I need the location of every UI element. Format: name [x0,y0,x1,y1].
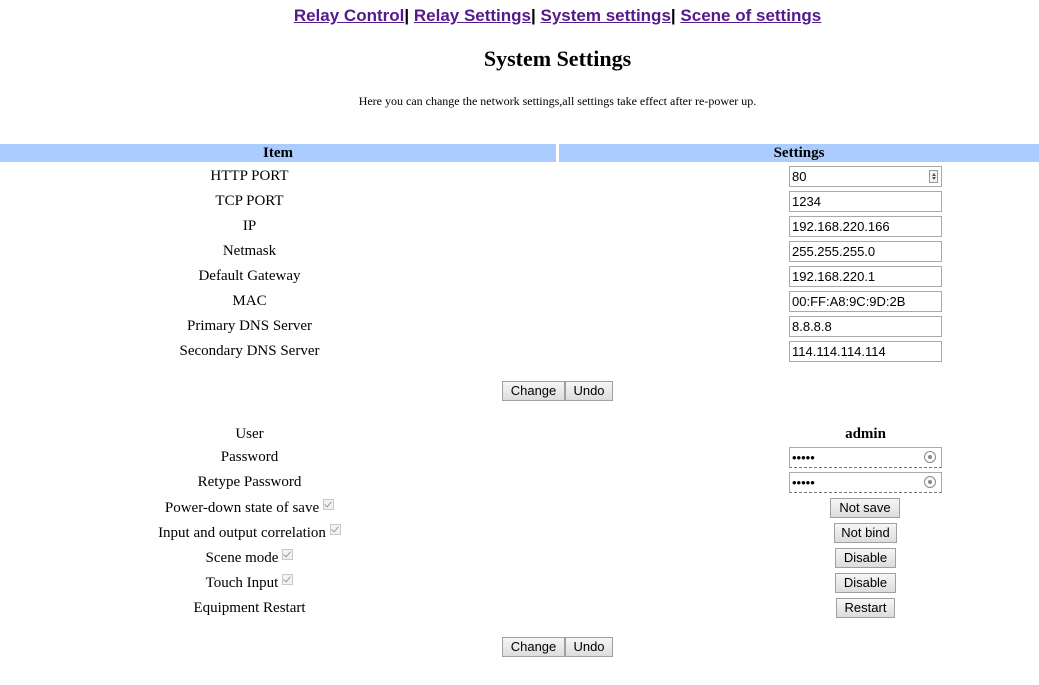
io-correlation-label: Input and output correlation [0,522,499,544]
restart-label: Equipment Restart [193,600,306,616]
scene-mode-disable-button[interactable]: Disable [835,548,896,568]
nav-separator: | [670,6,676,25]
network-change-button[interactable]: Change [502,381,565,401]
power-down-checkbox[interactable] [323,499,335,510]
primary-dns-row: Primary DNS Server 8.8.8.8 [0,315,1039,337]
io-correlation-row: Input and output correlation Not bind [0,522,1039,544]
touch-input-checkbox[interactable] [282,574,294,585]
http-port-row: HTTP PORT 80 [0,165,1039,187]
scene-mode-label-text: Scene mode [205,550,279,566]
top-navigation: Relay Control| Relay Settings| System se… [0,6,1039,26]
gateway-input[interactable]: 192.168.220.1 [789,266,942,287]
reveal-password-icon[interactable] [924,476,936,488]
user-value: admin [845,426,886,442]
ip-input[interactable]: 192.168.220.166 [789,216,942,237]
page-title: System Settings [483,46,632,71]
restart-button[interactable]: Restart [836,598,895,618]
nav-separator: | [404,6,410,25]
nav-relay-settings-link[interactable]: Relay Settings [414,6,531,25]
netmask-row: Netmask 255.255.255.0 [0,240,1039,262]
power-down-label: Power-down state of save [0,497,499,519]
mac-label: MAC [232,293,267,309]
scene-mode-row: Scene mode Disable [0,547,1039,569]
primary-dns-label: Primary DNS Server [187,318,312,334]
password-row: Password ••••• [0,446,1039,468]
scene-mode-checkbox[interactable] [282,549,294,560]
password-value: ••••• [792,450,815,465]
http-port-input[interactable]: 80 [789,166,942,187]
touch-input-label: Touch Input [0,572,499,594]
tcp-port-input[interactable]: 1234 [789,191,942,212]
http-port-value: 80 [792,169,807,184]
secondary-dns-input[interactable]: 114.114.114.114 [789,341,942,362]
ip-label: IP [242,218,257,234]
user-row: User admin [0,423,1039,445]
netmask-input[interactable]: 255.255.255.0 [789,241,942,262]
user-label: User [235,426,264,442]
tcp-port-label: TCP PORT [215,193,284,209]
retype-password-input[interactable]: ••••• [789,472,942,493]
account-change-button[interactable]: Change [502,637,565,657]
mac-row: MAC 00:FF:A8:9C:9D:2B [0,290,1039,312]
nav-relay-control-link[interactable]: Relay Control [294,6,405,25]
column-header-item: Item [0,144,556,162]
netmask-label: Netmask [222,243,277,259]
retype-password-label: Retype Password [197,474,302,490]
spinner-icon[interactable] [929,170,938,183]
scene-mode-label: Scene mode [0,547,499,569]
nav-system-settings-link[interactable]: System settings [541,6,671,25]
gateway-row: Default Gateway 192.168.220.1 [0,265,1039,287]
touch-input-label-text: Touch Input [205,575,279,591]
secondary-dns-row: Secondary DNS Server 114.114.114.114 [0,340,1039,362]
retype-password-row: Retype Password ••••• [0,471,1039,493]
touch-input-disable-button[interactable]: Disable [835,573,896,593]
io-bind-button[interactable]: Not bind [834,523,897,543]
retype-password-value: ••••• [792,475,815,490]
io-correlation-label-text: Input and output correlation [158,525,326,541]
reveal-password-icon[interactable] [924,451,936,463]
account-undo-button[interactable]: Undo [565,637,613,657]
power-down-save-button[interactable]: Not save [830,498,900,518]
ip-row: IP 192.168.220.166 [0,215,1039,237]
gateway-label: Default Gateway [198,268,301,284]
mac-input[interactable]: 00:FF:A8:9C:9D:2B [789,291,942,312]
network-undo-button[interactable]: Undo [565,381,613,401]
secondary-dns-label: Secondary DNS Server [179,343,320,359]
tcp-port-row: TCP PORT 1234 [0,190,1039,212]
power-down-label-text: Power-down state of save [164,500,320,516]
password-label: Password [220,449,279,465]
http-port-label: HTTP PORT [210,168,289,184]
power-down-row: Power-down state of save Not save [0,497,1039,519]
primary-dns-input[interactable]: 8.8.8.8 [789,316,942,337]
password-input[interactable]: ••••• [789,447,942,468]
touch-input-row: Touch Input Disable [0,572,1039,594]
page-description: Here you can change the network settings… [358,94,757,108]
column-header-settings: Settings [559,144,1039,162]
io-correlation-checkbox[interactable] [329,524,341,535]
nav-separator: | [531,6,536,25]
restart-row: Equipment Restart Restart [0,597,1039,619]
nav-scene-settings-link[interactable]: Scene of settings [680,6,821,25]
